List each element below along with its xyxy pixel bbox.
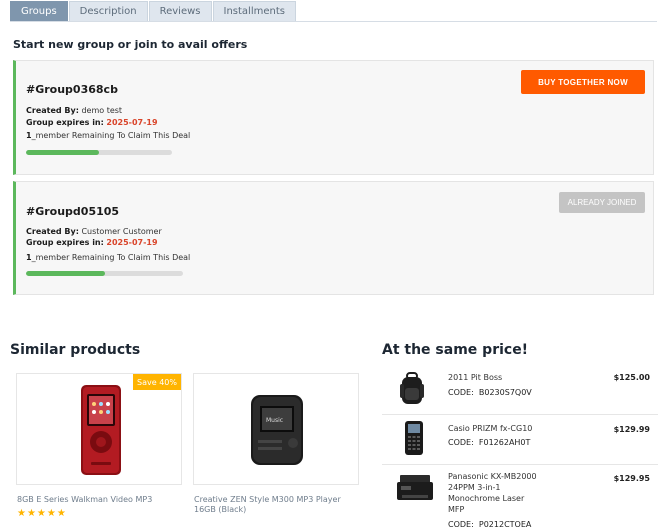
- item-code: CODE: B0230S7Q0V: [448, 388, 532, 397]
- remaining-text: _member Remaining To Claim This Deal: [31, 253, 191, 262]
- expires-label: Group expires in:: [26, 118, 104, 127]
- group-card: #Groupd05105 Created By: Customer Custom…: [13, 181, 654, 295]
- save-badge: Save 40%: [133, 374, 181, 390]
- groups-section-title: Start new group or join to avail offers: [13, 38, 248, 51]
- item-code: CODE: P0212CTOEA: [448, 520, 532, 529]
- expires-label: Group expires in:: [26, 238, 104, 247]
- backpack-icon: [400, 372, 424, 404]
- remaining-text: _member Remaining To Claim This Deal: [31, 131, 191, 140]
- group-progress-fill: [26, 150, 99, 155]
- item-name[interactable]: Casio PRIZM fx-CG10: [448, 423, 568, 434]
- red-walkman-icon: [81, 385, 121, 475]
- printer-icon: [397, 475, 433, 500]
- group-created-by: Created By: demo test: [26, 105, 122, 117]
- item-name[interactable]: Panasonic KX-MB2000 24PPM 3-in-1 Monochr…: [448, 471, 540, 515]
- item-price: $125.00: [613, 373, 650, 382]
- list-item[interactable]: Panasonic KX-MB2000 24PPM 3-in-1 Monochr…: [382, 465, 658, 529]
- product-card[interactable]: Save 40%: [16, 373, 182, 485]
- group-card: #Group0368cb Created By: demo test Group…: [13, 60, 654, 175]
- item-code: CODE: F01262AH0T: [448, 438, 531, 447]
- already-joined-button[interactable]: ALREADY JOINED: [559, 192, 645, 213]
- tab-installments[interactable]: Installments: [212, 1, 296, 21]
- group-progress-bar: [26, 271, 183, 276]
- created-by-label: Created By:: [26, 227, 79, 236]
- item-price: $129.99: [613, 425, 650, 434]
- item-name[interactable]: 2011 Pit Boss: [448, 372, 568, 383]
- tabs-divider: [10, 21, 657, 22]
- group-expires: Group expires in: 2025-07-19: [26, 237, 158, 249]
- item-price: $129.95: [613, 474, 650, 483]
- members-remaining: 1_member Remaining To Claim This Deal: [26, 130, 190, 142]
- tab-reviews[interactable]: Reviews: [148, 1, 212, 21]
- expires-date: 2025-07-19: [106, 238, 158, 247]
- rating-stars: ★★★★★: [17, 508, 67, 519]
- tab-description[interactable]: Description: [68, 1, 148, 21]
- same-price-title: At the same price!: [382, 342, 529, 358]
- product-name[interactable]: 8GB E Series Walkman Video MP3: [17, 495, 183, 505]
- product-name[interactable]: Creative ZEN Style M300 MP3 Player 16GB …: [194, 495, 362, 515]
- list-item[interactable]: Casio PRIZM fx-CG10 CODE: F01262AH0T $12…: [382, 415, 658, 465]
- created-by-label: Created By:: [26, 106, 79, 115]
- created-by-value: demo test: [81, 106, 123, 115]
- black-mp3-player-icon: Music: [251, 395, 303, 465]
- buy-together-now-button[interactable]: BUY TOGETHER NOW: [521, 70, 645, 94]
- group-name: #Groupd05105: [26, 205, 120, 218]
- calculator-icon: [405, 421, 423, 455]
- group-progress-bar: [26, 150, 172, 155]
- created-by-value: Customer Customer: [81, 227, 162, 236]
- product-tabs: Groups Description Reviews Installments: [10, 1, 297, 21]
- tab-groups[interactable]: Groups: [10, 1, 68, 21]
- group-expires: Group expires in: 2025-07-19: [26, 117, 158, 129]
- list-item[interactable]: 2011 Pit Boss CODE: B0230S7Q0V $125.00: [382, 363, 658, 415]
- product-card[interactable]: Music: [193, 373, 359, 485]
- group-name: #Group0368cb: [26, 83, 118, 96]
- members-remaining: 1_member Remaining To Claim This Deal: [26, 252, 190, 264]
- similar-products-title: Similar products: [10, 342, 141, 358]
- group-progress-fill: [26, 271, 105, 276]
- svg-text:Music: Music: [266, 417, 283, 424]
- expires-date: 2025-07-19: [106, 118, 158, 127]
